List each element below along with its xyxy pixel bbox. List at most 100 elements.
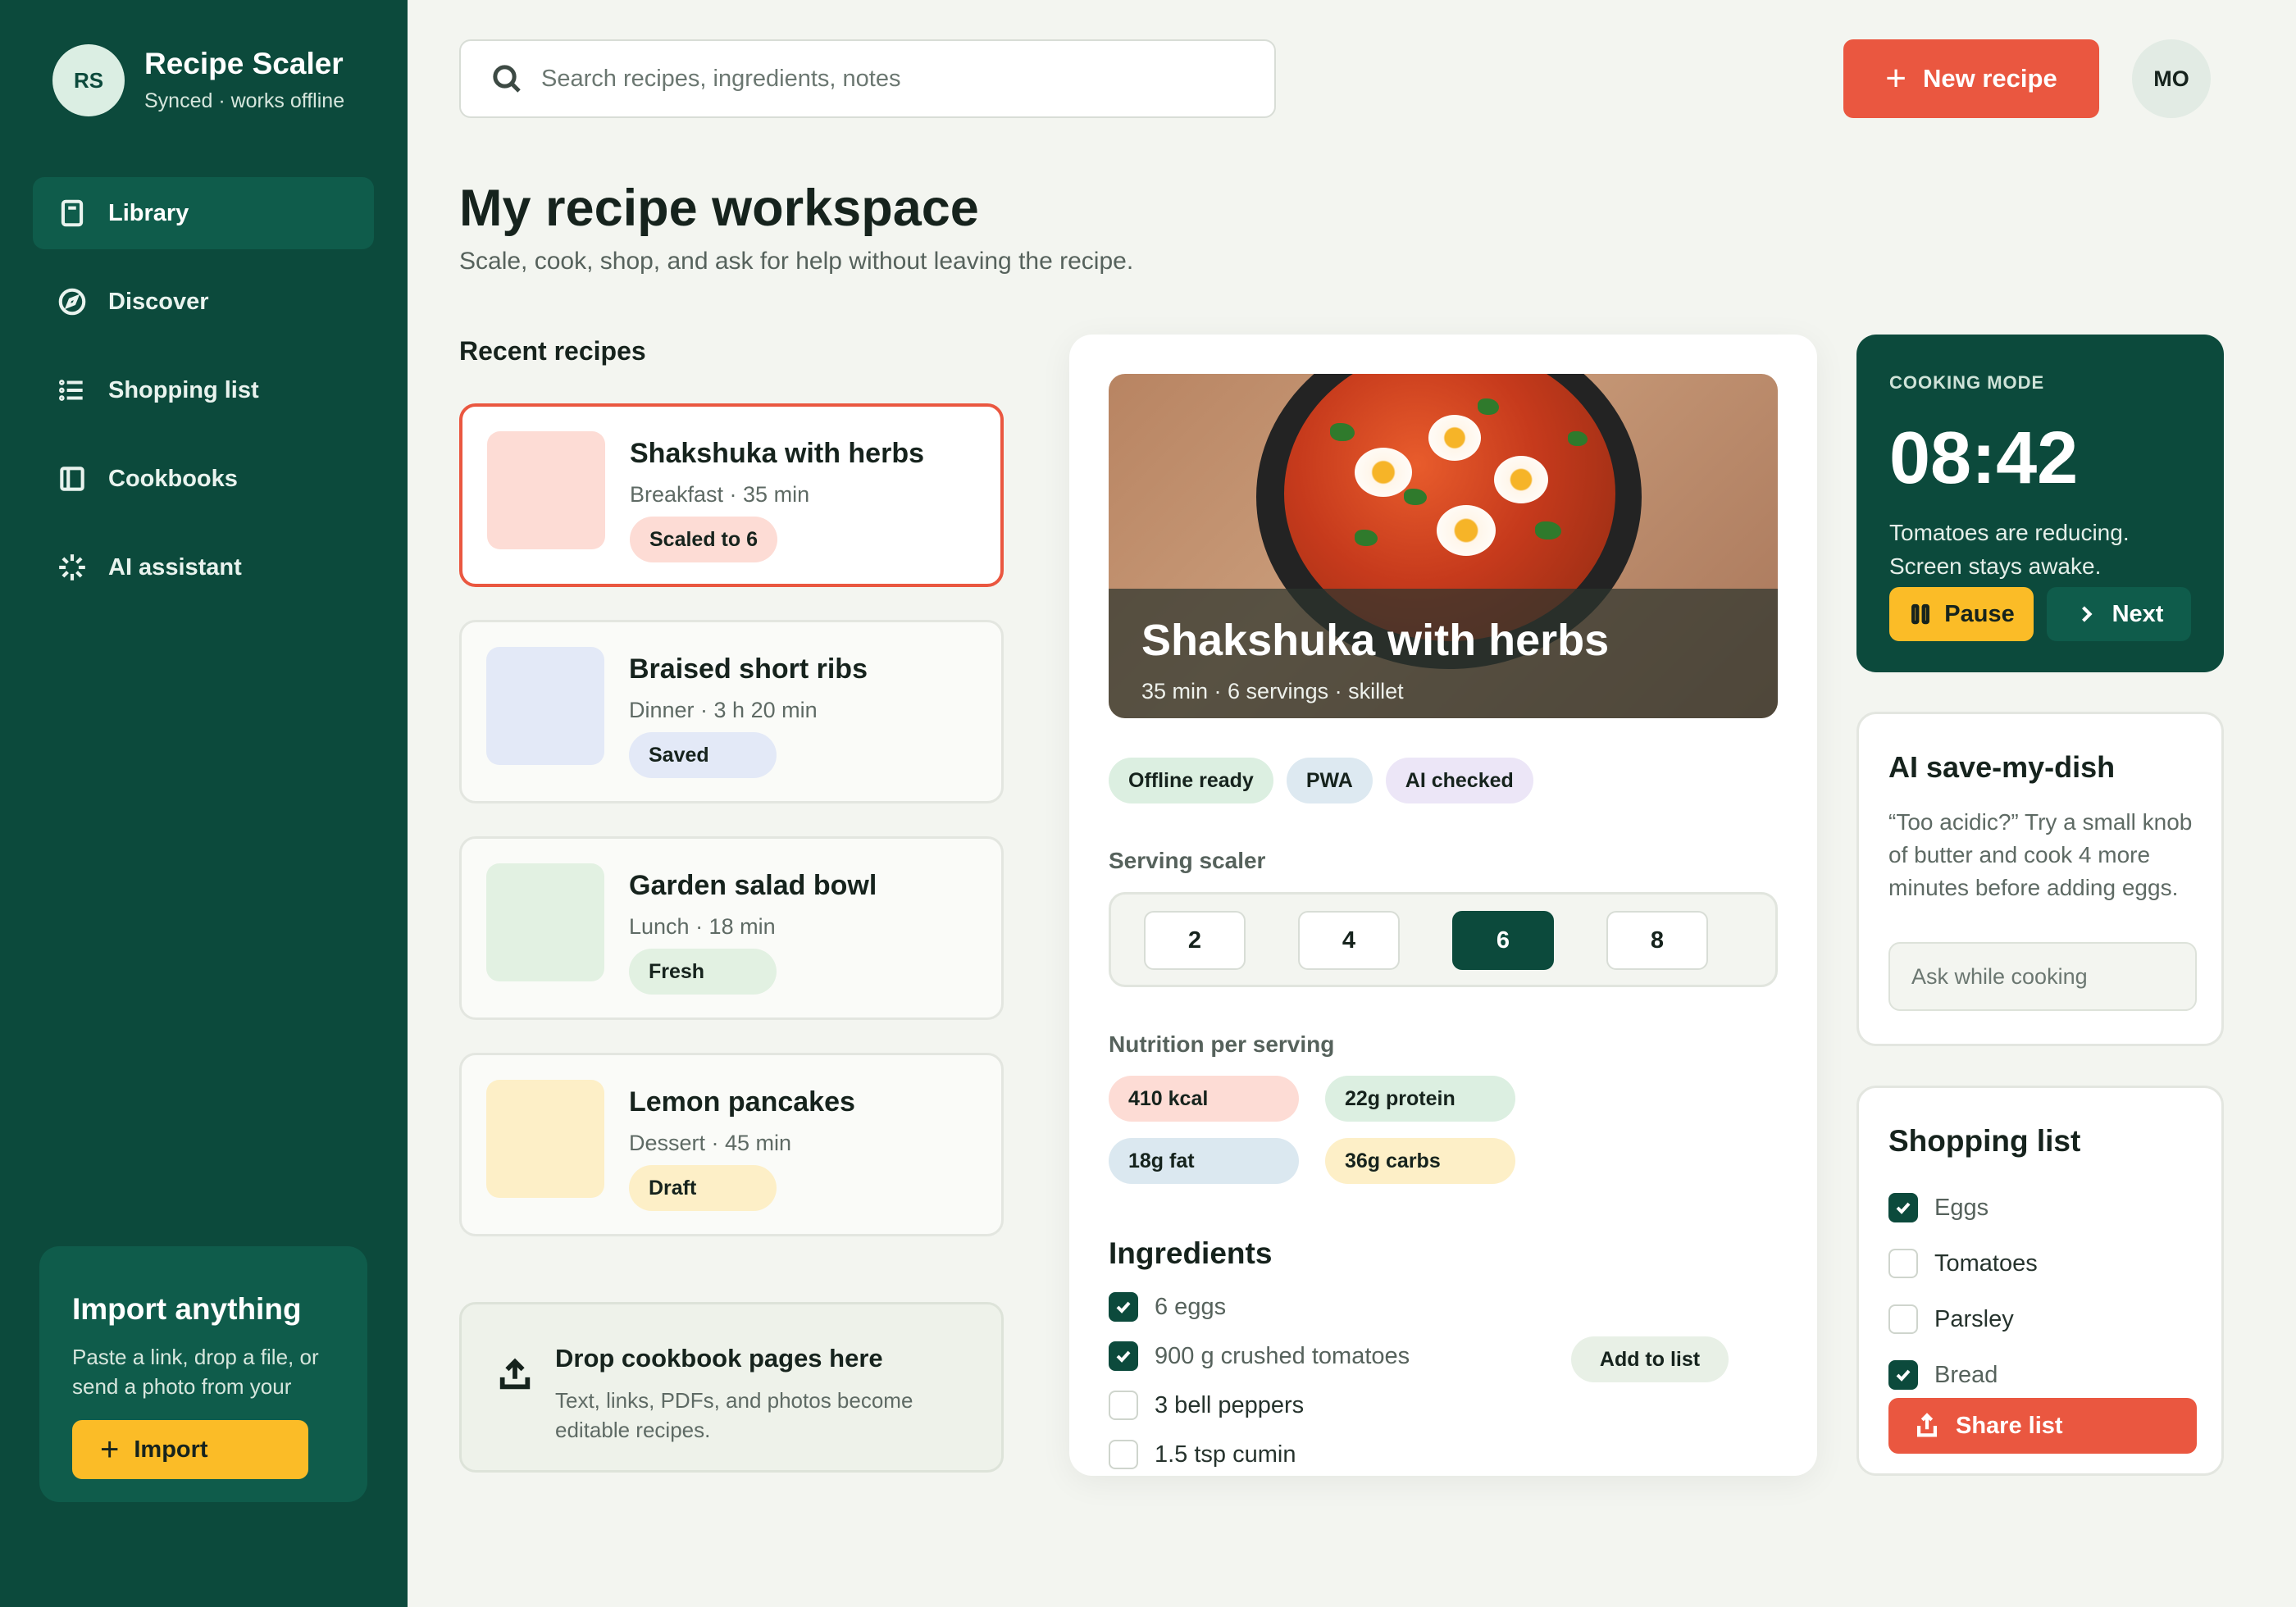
app-title: Recipe Scaler <box>144 47 344 81</box>
shopping-checkbox[interactable] <box>1888 1304 1918 1334</box>
ingredient-label: 900 g crushed tomatoes <box>1155 1342 1410 1369</box>
add-to-list-button[interactable]: Add to list <box>1571 1336 1729 1382</box>
recipe-card-salad[interactable]: Garden salad bowl Lunch · 18 min Fresh <box>459 836 1004 1020</box>
recipe-title: Shakshuka with herbs <box>1141 616 1610 665</box>
ai-suggestion: “Too acidic?” Try a small knob of butter… <box>1888 809 2193 900</box>
sidebar-item-shopping-list[interactable]: Shopping list <box>33 354 374 426</box>
search-input[interactable] <box>541 65 1246 93</box>
import-description: Paste a link, drop a file, or send a pho… <box>72 1345 319 1399</box>
recipe-card-shakshuka[interactable]: Shakshuka with herbs Breakfast · 35 min … <box>459 403 1004 587</box>
new-recipe-button[interactable]: + New recipe <box>1843 39 2099 118</box>
sidebar-item-label: Library <box>108 199 189 226</box>
status-badge: Saved <box>629 732 777 778</box>
search-bar <box>459 39 1276 118</box>
ingredients-title: Ingredients <box>1109 1236 1273 1270</box>
nutrition-calories: 410 kcal <box>1109 1076 1299 1122</box>
import-card: Import anything Paste a link, drop a fil… <box>39 1246 367 1502</box>
servings-option-4[interactable]: 4 <box>1298 911 1400 970</box>
tag-ai-checked: AI checked <box>1385 758 1533 804</box>
servings-option-8[interactable]: 8 <box>1606 911 1708 970</box>
sparkle-icon <box>56 551 89 584</box>
shopping-item-label: Parsley <box>1934 1305 2014 1332</box>
ingredient-checkbox[interactable] <box>1109 1292 1138 1322</box>
cooking-mode-card: COOKING MODE 08:42 Tomatoes are reducing… <box>1856 335 2224 672</box>
sidebar-item-label: Discover <box>108 288 209 315</box>
next-button-label: Next <box>2112 600 2164 627</box>
drop-zone-title: Drop cookbook pages here <box>555 1344 883 1373</box>
sidebar: RS Recipe Scaler Synced · works offline … <box>0 0 408 1607</box>
recipe-meta: Lunch · 18 min <box>629 914 776 939</box>
nutrition-protein: 22g protein <box>1325 1076 1515 1122</box>
servings-option-6[interactable]: 6 <box>1452 911 1554 970</box>
sidebar-item-cookbooks[interactable]: Cookbooks <box>33 443 374 515</box>
recipe-thumbnail <box>486 863 604 981</box>
sidebar-item-ai-assistant[interactable]: AI assistant <box>33 531 374 603</box>
shopping-checkbox[interactable] <box>1888 1193 1918 1222</box>
nutrition-fat: 18g fat <box>1109 1138 1299 1184</box>
recipe-meta: Breakfast · 35 min <box>630 482 810 507</box>
ai-card-title: AI save-my-dish <box>1888 750 2116 784</box>
search-icon <box>493 65 521 93</box>
share-button-label: Share list <box>1956 1412 2063 1439</box>
compass-icon <box>56 285 89 318</box>
shopping-checkbox[interactable] <box>1888 1360 1918 1390</box>
nutrition-label: Nutrition per serving <box>1109 1031 1335 1057</box>
ask-ai-input[interactable] <box>1888 942 2197 1011</box>
servings-option-2[interactable]: 2 <box>1144 911 1246 970</box>
drop-zone[interactable]: Drop cookbook pages here Text, links, PD… <box>459 1302 1004 1473</box>
shopping-item[interactable]: Eggs <box>1888 1193 1988 1222</box>
pause-icon <box>1911 603 1930 625</box>
next-step-button[interactable]: Next <box>2047 587 2191 641</box>
recipe-meta: Dinner · 3 h 20 min <box>629 698 818 722</box>
page-title: My recipe workspace <box>459 180 979 237</box>
shopping-checkbox[interactable] <box>1888 1249 1918 1278</box>
recipe-name: Garden salad bowl <box>629 870 877 901</box>
recipe-card-pancakes[interactable]: Lemon pancakes Dessert · 45 min Draft <box>459 1053 1004 1236</box>
ingredient-item[interactable]: 900 g crushed tomatoes <box>1109 1341 1410 1371</box>
ingredient-item[interactable]: 6 eggs <box>1109 1292 1226 1322</box>
cooking-status: Tomatoes are reducing. Screen stays awak… <box>1889 520 2130 579</box>
user-avatar[interactable]: MO <box>2132 39 2211 118</box>
new-recipe-label: New recipe <box>1923 64 2057 93</box>
recipe-tags: Offline ready PWA AI checked <box>1109 758 1547 804</box>
list-icon <box>56 374 89 407</box>
book-icon <box>56 197 89 230</box>
sidebar-item-library[interactable]: Library <box>33 177 374 249</box>
ingredient-item[interactable]: 3 bell peppers <box>1109 1391 1304 1420</box>
recipe-name: Braised short ribs <box>629 653 868 685</box>
ingredient-label: 3 bell peppers <box>1155 1391 1305 1418</box>
upload-icon <box>499 1358 531 1390</box>
pause-button[interactable]: Pause <box>1889 587 2034 641</box>
serving-scaler: 2 4 6 8 <box>1109 892 1778 987</box>
cooking-timer: 08:42 <box>1889 417 2079 499</box>
recipe-meta: 35 min · 6 servings · skillet <box>1141 679 1404 703</box>
chevron-right-icon <box>2081 606 2093 622</box>
share-icon <box>1916 1413 1938 1437</box>
ingredient-label: 1.5 tsp cumin <box>1155 1441 1296 1468</box>
cooking-mode-label: COOKING MODE <box>1889 372 2045 393</box>
shopping-list-title: Shopping list <box>1888 1124 2081 1158</box>
sidebar-item-discover[interactable]: Discover <box>33 266 374 338</box>
recipe-hero-image: Shakshuka with herbs 35 min · 6 servings… <box>1109 374 1778 718</box>
recent-recipes-title: Recent recipes <box>459 336 646 366</box>
ingredient-item[interactable]: 1.5 tsp cumin <box>1109 1440 1296 1469</box>
drop-zone-description: Text, links, PDFs, and photos become edi… <box>555 1388 913 1442</box>
share-list-button[interactable]: Share list <box>1888 1398 2197 1454</box>
ingredient-label: 6 eggs <box>1155 1293 1227 1320</box>
status-badge: Draft <box>629 1165 777 1211</box>
recipe-card-short-ribs[interactable]: Braised short ribs Dinner · 3 h 20 min S… <box>459 620 1004 804</box>
sidebar-item-label: Cookbooks <box>108 465 238 492</box>
import-button[interactable]: + Import <box>72 1420 308 1479</box>
ingredient-checkbox[interactable] <box>1109 1440 1138 1469</box>
recipe-thumbnail <box>487 431 605 549</box>
shopping-item[interactable]: Parsley <box>1888 1304 2014 1334</box>
shopping-item-label: Tomatoes <box>1934 1250 2038 1277</box>
ingredient-checkbox[interactable] <box>1109 1391 1138 1420</box>
shopping-item[interactable]: Bread <box>1888 1360 1998 1390</box>
shopping-item-label: Eggs <box>1934 1194 1989 1221</box>
sidebar-item-label: Shopping list <box>108 376 259 403</box>
ingredient-checkbox[interactable] <box>1109 1341 1138 1371</box>
tag-pwa: PWA <box>1286 758 1373 804</box>
shopping-item[interactable]: Tomatoes <box>1888 1249 2038 1278</box>
import-button-label: Import <box>134 1436 208 1463</box>
